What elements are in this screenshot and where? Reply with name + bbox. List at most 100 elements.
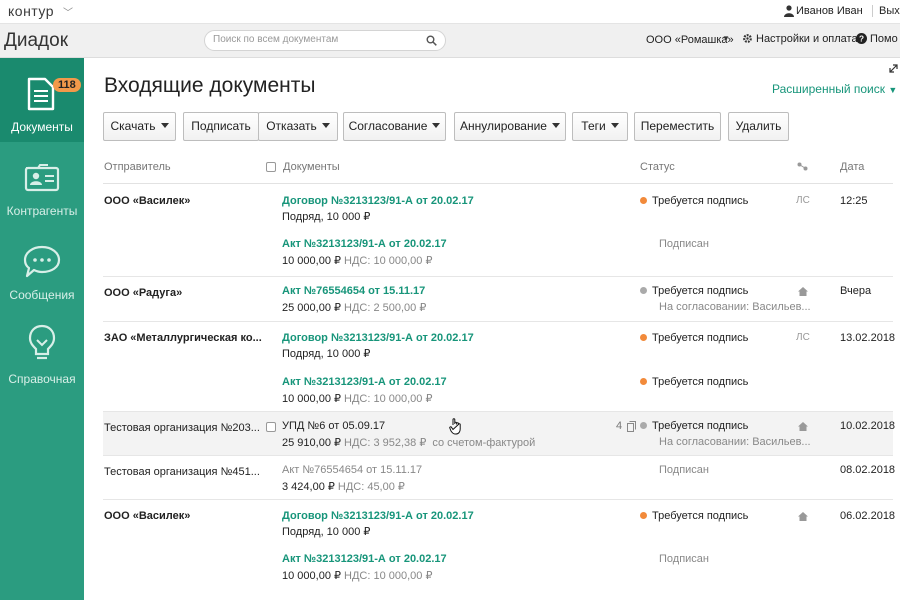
user-name[interactable]: Иванов Иван (796, 5, 863, 17)
table-row[interactable]: ООО «Радуга» Акт №76554654 от 15.11.17 2… (103, 277, 893, 322)
sidebar-item-help[interactable]: Справочная (0, 310, 84, 394)
home-icon (798, 422, 808, 431)
status-dot (640, 334, 647, 341)
caret-down-icon (321, 123, 330, 128)
select-all-checkbox[interactable] (266, 162, 276, 172)
document-icon (27, 77, 55, 111)
tags-button[interactable]: Теги (572, 112, 628, 141)
sidebar-item-label: Контрагенты (6, 204, 78, 218)
document-details: 10 000,00 ₽ НДС: 10 000,00 ₽ (282, 569, 432, 582)
table-row[interactable]: Тестовая организация №203... УПД №6 от 0… (103, 412, 896, 456)
document-details: Подряд, 10 000 ₽ (282, 348, 371, 360)
download-label: Скачать (110, 119, 156, 133)
status-detail: На согласовании: Васильев... (659, 301, 811, 313)
search-input[interactable] (213, 34, 423, 45)
reject-button[interactable]: Отказать (258, 112, 338, 141)
approval-label: Согласование (348, 119, 428, 133)
reject-label: Отказать (266, 119, 317, 133)
document-details: 10 000,00 ₽ НДС: 10 000,00 ₽ (282, 254, 432, 267)
row-sender: ООО «Радуга» (104, 287, 183, 299)
document-link[interactable]: Договор №3213123/91-А от 20.02.17 (282, 332, 474, 344)
app-header: Диадок ООО «Ромашка» ▼ Настройки и оплат… (0, 24, 900, 58)
row-date: 10.02.2018 (840, 420, 896, 432)
ls-label: ЛС (796, 332, 810, 343)
document-link[interactable]: Договор №3213123/91-А от 20.02.17 (282, 510, 474, 522)
document-details: 25 910,00 ₽ НДС: 3 952,38 ₽ со счетом-факт… (282, 436, 535, 449)
sidebar-item-contractors[interactable]: Контрагенты (0, 142, 84, 226)
document-link[interactable]: Акт №76554654 от 15.11.17 (282, 285, 425, 297)
table-row[interactable]: ООО «Василек» Договор №3213123/91-А от 2… (103, 500, 896, 600)
expand-icon[interactable] (889, 64, 898, 73)
help-link[interactable]: ? Помо (856, 33, 898, 45)
status-label: Требуется подпись (652, 510, 749, 522)
gear-icon (743, 34, 752, 43)
sidebar-item-label: Справочная (8, 372, 76, 386)
document-amount: 10 000,00 ₽ (282, 570, 341, 582)
document-amount: 3 424,00 ₽ (282, 481, 335, 493)
document-link[interactable]: Договор №3213123/91-А от 20.02.17 (282, 195, 474, 207)
move-button[interactable]: Переместить (634, 112, 721, 141)
status-detail: На согласовании: Васильев... (659, 436, 811, 448)
caret-down-icon (432, 123, 441, 128)
delete-button[interactable]: Удалить (728, 112, 789, 141)
advanced-search-link[interactable]: Расширенный поиск ▼ (772, 82, 897, 96)
column-date[interactable]: Дата (840, 161, 864, 173)
row-sender: Тестовая организация №451... (104, 466, 260, 478)
help-icon: ? (856, 33, 867, 44)
delete-label: Удалить (735, 119, 782, 133)
document-vat: НДС: 10 000,00 ₽ (344, 570, 433, 582)
document-details: Подряд, 10 000 ₽ (282, 526, 371, 538)
row-date: 06.02.2018 (840, 510, 896, 522)
document-link[interactable]: Акт №3213123/91-А от 20.02.17 (282, 238, 447, 250)
user-icon (784, 5, 794, 17)
status-text: Требуется подпись (640, 510, 748, 522)
download-button[interactable]: Скачать (103, 112, 176, 141)
status-label: Требуется подпись (652, 332, 749, 344)
sidebar-item-documents[interactable]: 118 Документы (0, 58, 84, 142)
caret-down-icon (610, 123, 619, 128)
row-date: 12:25 (840, 195, 868, 207)
caret-down-icon (551, 123, 560, 128)
sidebar: 118 Документы Контрагенты Сообщения Спра… (0, 58, 84, 600)
table-row[interactable]: ЗАО «Металлургическая ко... Договор №321… (103, 322, 895, 412)
brand-title[interactable]: Диадок (4, 30, 68, 52)
status-text: Требуется подпись (640, 332, 748, 344)
sign-button[interactable]: Подписать (183, 112, 259, 141)
document-link[interactable]: Акт №76554654 от 15.11.17 (282, 464, 422, 476)
settings-link[interactable]: Настройки и оплата (742, 33, 858, 45)
kontur-logo[interactable]: контур (8, 3, 54, 19)
move-label: Переместить (640, 119, 715, 133)
document-vat: НДС: 3 952,38 ₽ (344, 437, 427, 449)
exit-link[interactable]: Выхо (872, 5, 900, 17)
document-vat: НДС: 2 500,00 ₽ (344, 302, 427, 314)
row-date: 08.02.2018 (840, 464, 896, 476)
document-link[interactable]: УПД №6 от 05.09.17 (282, 420, 385, 432)
status-text: Требуется подпись (640, 420, 748, 432)
svg-text:?: ? (859, 35, 864, 44)
advanced-search-label: Расширенный поиск (772, 82, 885, 96)
document-amount: 10 000,00 ₽ (282, 255, 341, 267)
search-icon[interactable] (426, 35, 437, 46)
top-bar: контур ﹀ Иванов Иван Выхо (0, 0, 900, 24)
row-checkbox[interactable] (266, 422, 276, 432)
sign-label: Подписать (191, 119, 251, 133)
table-row[interactable]: Тестовая организация №451... Акт №765546… (103, 456, 896, 500)
row-sender: ООО «Василек» (104, 510, 191, 522)
chevron-down-icon[interactable]: ﹀ (63, 4, 73, 19)
caret-down-icon[interactable]: ▼ (722, 34, 730, 43)
document-link[interactable]: Акт №3213123/91-А от 20.02.17 (282, 376, 447, 388)
table-row[interactable]: ООО «Василек» Договор №3213123/91-А от 2… (103, 185, 893, 277)
document-note: со счетом-фактурой (432, 437, 536, 449)
sidebar-item-messages[interactable]: Сообщения (0, 226, 84, 310)
annulment-button[interactable]: Аннулирование (454, 112, 566, 141)
copies-icon (627, 421, 636, 432)
approval-button[interactable]: Согласование (343, 112, 446, 141)
document-details: 3 424,00 ₽ НДС: 45,00 ₽ (282, 480, 405, 493)
status-dot (640, 287, 647, 294)
organization-selector[interactable]: ООО «Ромашка» (646, 34, 734, 46)
document-amount: 10 000,00 ₽ (282, 393, 341, 405)
column-sender[interactable]: Отправитель (104, 161, 171, 173)
document-details: 25 000,00 ₽ НДС: 2 500,00 ₽ (282, 301, 426, 314)
document-details: 10 000,00 ₽ НДС: 10 000,00 ₽ (282, 392, 432, 405)
document-link[interactable]: Акт №3213123/91-А от 20.02.17 (282, 553, 447, 565)
